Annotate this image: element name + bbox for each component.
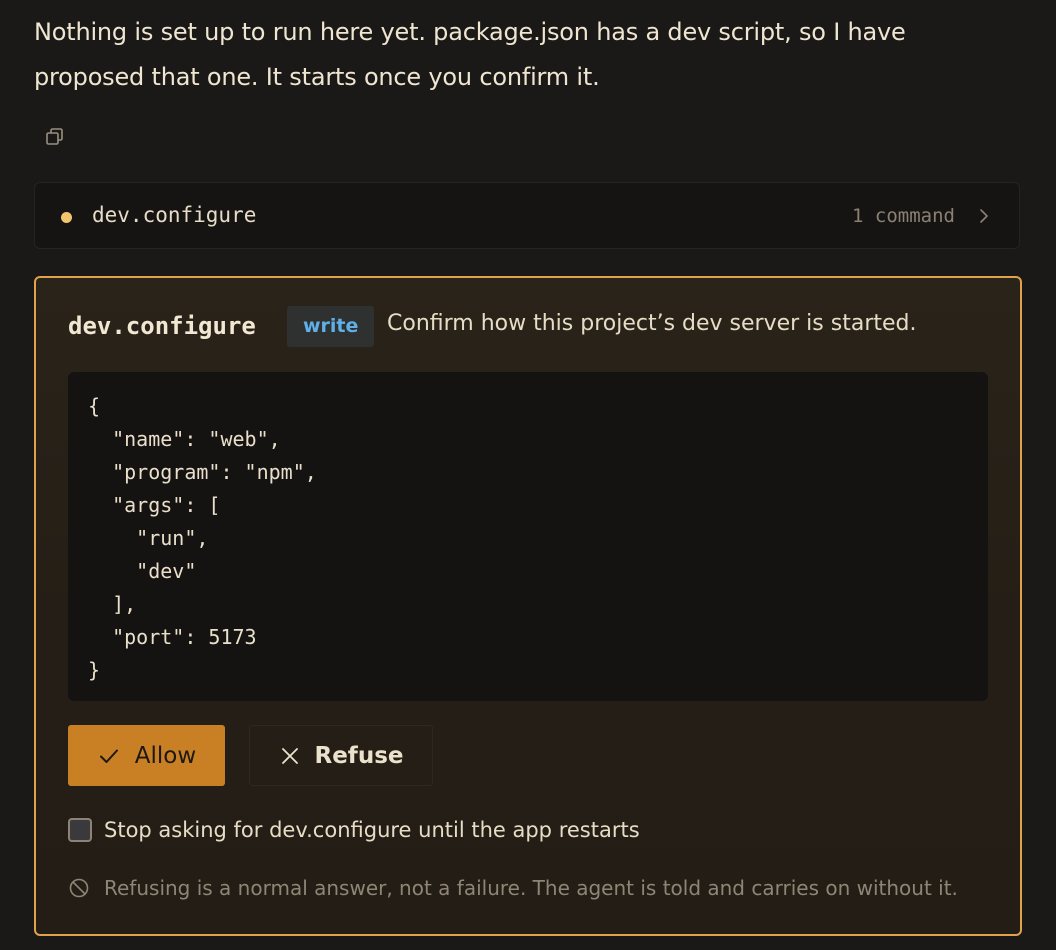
- check-icon: [99, 749, 118, 763]
- message-line-1: Nothing is set up to run here yet. packa…: [34, 18, 906, 46]
- refuse-button[interactable]: Refuse: [249, 725, 433, 786]
- stop-asking-label: Stop asking for dev.configure until the …: [104, 818, 640, 842]
- status-dot: [61, 212, 72, 223]
- approval-panel: dev.configure write Confirm how this pro…: [34, 276, 1022, 936]
- prohibited-icon: [69, 878, 89, 898]
- approval-tool-name: dev.configure: [68, 312, 256, 340]
- chevron-right-icon: [980, 209, 988, 223]
- tool-call-row[interactable]: dev.configure 1 command: [34, 182, 1020, 249]
- copy-button[interactable]: [42, 124, 68, 150]
- assistant-message: Nothing is set up to run here yet. packa…: [34, 10, 994, 100]
- message-line-2: proposed that one. It starts once you co…: [34, 63, 600, 91]
- allow-button[interactable]: Allow: [68, 725, 225, 786]
- refuse-label: Refuse: [314, 742, 404, 769]
- refusal-note: Refusing is a normal answer, not a failu…: [68, 876, 958, 900]
- tool-call-name: dev.configure: [92, 203, 257, 227]
- stop-asking-checkbox[interactable]: [68, 818, 92, 842]
- stop-asking-option[interactable]: Stop asking for dev.configure until the …: [68, 818, 640, 842]
- close-icon: [281, 747, 298, 764]
- command-count: 1 command: [852, 205, 955, 227]
- arguments-code-block: { "name": "web", "program": "npm", "args…: [68, 372, 988, 701]
- allow-label: Allow: [134, 742, 197, 769]
- approval-description: Confirm how this project’s dev server is…: [387, 311, 917, 336]
- refusal-note-text: Refusing is a normal answer, not a failu…: [104, 876, 958, 900]
- permission-badge: write: [287, 306, 375, 347]
- copy-icon: [46, 128, 63, 145]
